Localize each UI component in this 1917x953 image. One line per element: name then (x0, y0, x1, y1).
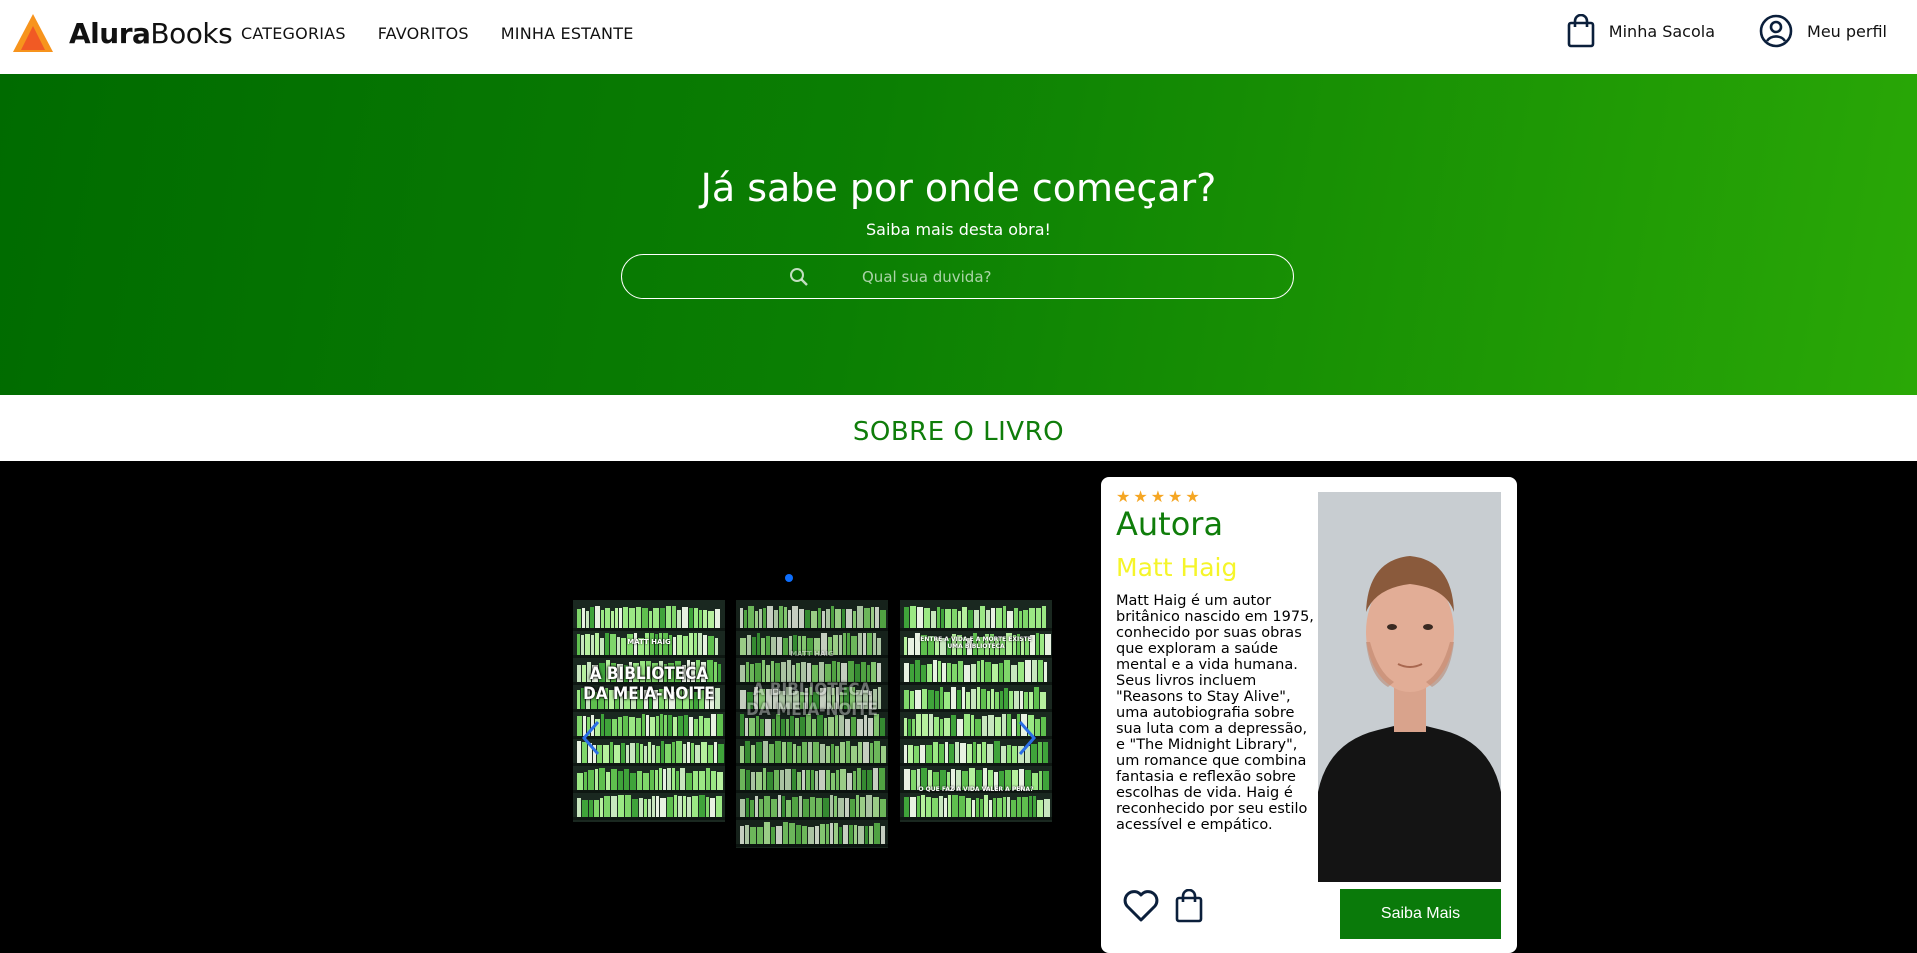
user-profile-icon (1759, 14, 1793, 48)
header-actions: Minha Sacola Meu perfil (1523, 14, 1887, 48)
bookshelf-pattern (736, 600, 888, 848)
top-header: AluraBooks CATEGORIAS FAVORITOS MINHA ES… (0, 0, 1917, 74)
shopping-bag-icon[interactable] (1175, 889, 1203, 923)
chevron-left-icon (582, 721, 600, 755)
shopping-bag-icon (1567, 14, 1595, 48)
cover-author: MATT HAIG (627, 638, 671, 646)
search-bar[interactable] (621, 254, 1294, 299)
cover-title-line1: A BIBLIOTECA (589, 664, 709, 684)
cover-author: MATT HAIG (790, 650, 834, 658)
book-cover-back[interactable]: ENTRE A VIDA E A MORTE EXISTE UMA BIBLIO… (900, 600, 1052, 822)
heart-icon[interactable] (1123, 889, 1159, 923)
hero-subtitle: Saiba mais desta obra! (866, 220, 1051, 239)
nav-categorias[interactable]: CATEGORIAS (241, 24, 346, 43)
author-name: Matt Haig (1116, 553, 1238, 582)
book-cover-3d[interactable]: MATT HAIG A BIBLIOTECA DA MEIA-NOITE (736, 600, 888, 848)
bag-label: Minha Sacola (1608, 21, 1716, 41)
back-footer: O QUE FAZ A VIDA VALER A PENA? (918, 786, 1034, 793)
cover-title-line2: DA MEIA-NOITE (583, 684, 715, 704)
saiba-mais-button[interactable]: Saiba Mais (1340, 889, 1501, 939)
search-icon[interactable] (788, 266, 810, 288)
cover-title-line2: DA MEIA-NOITE (746, 700, 878, 720)
carousel-prev-button[interactable] (580, 718, 602, 769)
author-bio: Matt Haig é um autor britânico nascido e… (1116, 593, 1314, 833)
hero-banner: Já sabe por onde começar? Saiba mais des… (0, 74, 1917, 395)
section-header: SOBRE O LIVRO (0, 395, 1917, 461)
cover-title-line1: A BIBLIOTECA (752, 680, 872, 700)
author-photo (1318, 492, 1501, 882)
bookshelf-pattern (573, 600, 725, 822)
section-title: SOBRE O LIVRO (852, 417, 1065, 447)
rating-stars: ★★★★★ (1116, 487, 1203, 506)
back-heading: ENTRE A VIDA E A MORTE EXISTE UMA BIBLIO… (920, 636, 1032, 650)
hero-title: Já sabe por onde começar? (700, 166, 1217, 210)
carousel-indicator[interactable] (785, 574, 793, 582)
portrait-illustration (1318, 492, 1501, 882)
profile-link[interactable]: Meu perfil (1759, 14, 1887, 48)
logo-triangle-icon (13, 14, 53, 52)
nav-minha-estante[interactable]: MINHA ESTANTE (501, 24, 634, 43)
main-nav: CATEGORIAS FAVORITOS MINHA ESTANTE (241, 24, 666, 43)
book-cover-front[interactable]: MATT HAIG A BIBLIOTECA DA MEIA-NOITE (573, 600, 725, 822)
bag-link[interactable]: Minha Sacola (1567, 14, 1715, 48)
brand-logo[interactable]: AluraBooks (12, 12, 233, 54)
search-input[interactable] (862, 264, 1162, 290)
card-actions (1123, 889, 1203, 923)
brand-name: AluraBooks (69, 16, 233, 50)
chevron-right-icon (1018, 721, 1036, 755)
profile-label: Meu perfil (1807, 21, 1887, 41)
nav-favoritos[interactable]: FAVORITOS (378, 24, 469, 43)
carousel-next-button[interactable] (1016, 718, 1038, 769)
author-card: ★★★★★ Autora Matt Haig Matt Haig é um au… (1101, 477, 1517, 953)
author-heading: Autora (1116, 505, 1224, 543)
